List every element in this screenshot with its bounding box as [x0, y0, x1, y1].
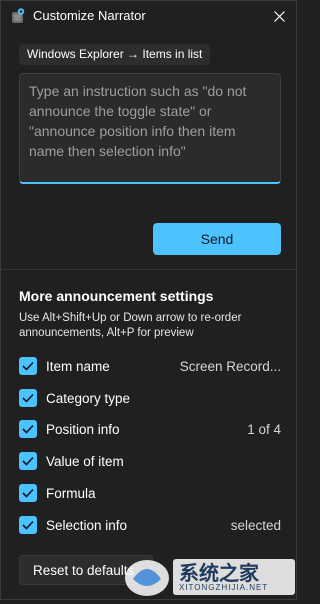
- setting-value: selected: [230, 517, 281, 533]
- checkmark-icon: [22, 520, 34, 530]
- customize-narrator-window: Customize Narrator Windows Explorer → It…: [0, 0, 297, 600]
- narrator-app-icon: [11, 8, 25, 24]
- setting-item-name[interactable]: Item name Screen Record...: [19, 355, 281, 377]
- setting-label: Value of item: [46, 453, 124, 469]
- checkmark-icon: [22, 393, 34, 403]
- title-bar: Customize Narrator: [1, 1, 296, 33]
- setting-category-type[interactable]: Category type: [19, 387, 281, 409]
- section-description: Use Alt+Shift+Up or Down arrow to re-ord…: [19, 312, 242, 339]
- watermark-text: 系统之家: [179, 561, 259, 585]
- selection-info-checkbox[interactable]: [19, 516, 37, 534]
- checkmark-icon: [22, 456, 34, 466]
- category-type-checkbox[interactable]: [19, 389, 37, 407]
- watermark-url: XITONGZHIJIA.NET: [179, 583, 269, 592]
- section-heading: More announcement settings: [19, 288, 214, 304]
- close-icon: [273, 10, 285, 22]
- window-title: Customize Narrator: [33, 8, 146, 23]
- setting-label: Formula: [46, 485, 96, 501]
- checkmark-icon: [22, 361, 34, 371]
- setting-value: 1 of 4: [247, 421, 281, 437]
- setting-label: Selection info: [46, 517, 128, 533]
- checkmark-icon: [22, 424, 34, 434]
- checkmark-icon: [22, 488, 34, 498]
- section-divider: [1, 269, 296, 270]
- setting-value: Screen Record...: [179, 358, 281, 374]
- setting-selection-info[interactable]: Selection info selected: [19, 514, 281, 536]
- position-info-checkbox[interactable]: [19, 420, 37, 438]
- formula-checkbox[interactable]: [19, 484, 37, 502]
- setting-value-of-item[interactable]: Value of item: [19, 450, 281, 472]
- item-name-checkbox[interactable]: [19, 357, 37, 375]
- setting-label: Item name: [46, 358, 110, 374]
- setting-label: Position info: [46, 421, 120, 437]
- site-watermark: 系统之家 XITONGZHIJIA.NET: [121, 553, 297, 599]
- send-button[interactable]: Send: [153, 223, 281, 255]
- close-button[interactable]: [266, 4, 292, 28]
- setting-label: Category type: [46, 390, 131, 406]
- setting-formula[interactable]: Formula: [19, 482, 281, 504]
- value-of-item-checkbox[interactable]: [19, 452, 37, 470]
- context-label: Windows Explorer → Items in list: [19, 44, 211, 65]
- setting-position-info[interactable]: Position info 1 of 4: [19, 418, 281, 440]
- instruction-input[interactable]: [19, 73, 281, 184]
